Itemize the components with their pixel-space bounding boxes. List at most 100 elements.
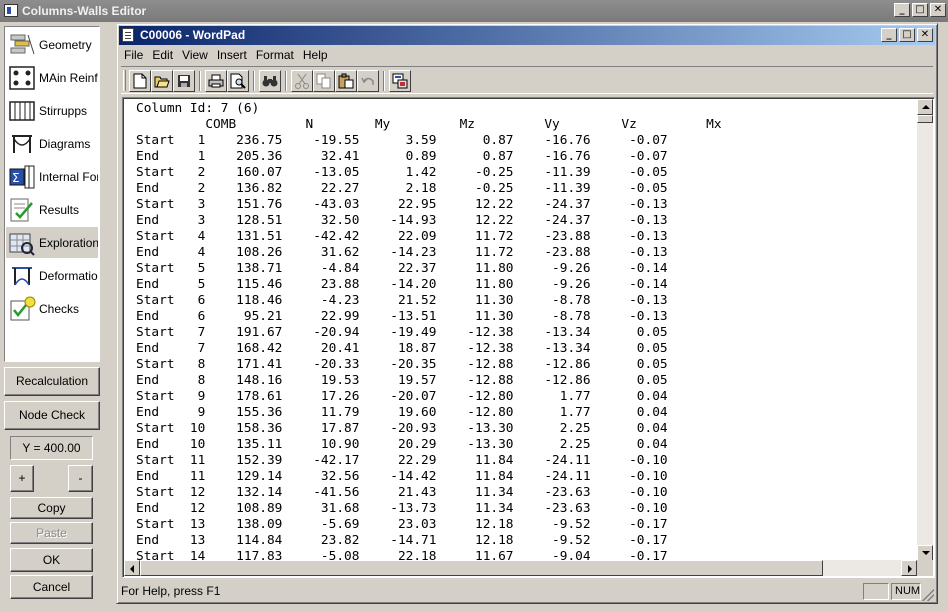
status-help-text: For Help, press F1	[121, 584, 221, 598]
tool-checks[interactable]: Checks	[6, 293, 98, 324]
tool-diagrams[interactable]: Diagrams	[6, 128, 98, 159]
copy-button[interactable]: Copy	[10, 497, 93, 519]
tool-label: Geometry	[39, 37, 92, 52]
left-tool-panel: Geometry MAin Reinforcement Stirrupps Di…	[4, 26, 100, 362]
recalculation-button[interactable]: Recalculation	[4, 367, 100, 396]
paste-toolbar-button[interactable]	[335, 70, 357, 92]
results-icon	[8, 197, 36, 223]
arrow-left-icon	[130, 565, 134, 573]
tool-label: Diagrams	[39, 136, 91, 151]
tool-internal-forces[interactable]: Σ Internal Forces	[6, 161, 98, 192]
menu-edit[interactable]: Edit	[147, 46, 177, 64]
wordpad-close-button[interactable]: ✕	[917, 28, 933, 42]
wordpad-title: C00006 - WordPad	[140, 28, 246, 42]
open-icon	[154, 76, 170, 88]
cancel-button[interactable]: Cancel	[10, 575, 93, 599]
svg-text:Σ: Σ	[12, 171, 20, 185]
menu-file[interactable]: File	[119, 46, 147, 64]
status-num-indicator: NUM	[891, 583, 921, 600]
scroll-left-button[interactable]	[124, 560, 140, 576]
status-bar: For Help, press F1 NUM	[119, 580, 935, 602]
tool-stirrups[interactable]: Stirrupps	[6, 95, 98, 126]
tool-main-reinforcement[interactable]: MAin Reinforcement	[6, 62, 98, 93]
scroll-down-button[interactable]	[917, 545, 933, 561]
result-line: End 7 168.42 20.41 18.87 -12.38 -13.34 0…	[136, 341, 668, 356]
result-line: End 11 129.14 32.56 -14.42 11.84 -24.11 …	[136, 469, 668, 484]
menu-view[interactable]: View	[177, 46, 212, 64]
result-line: End 10 135.11 10.90 20.29 -13.30 2.25 0.…	[136, 437, 668, 452]
diagrams-icon	[8, 131, 36, 157]
deformations-icon	[8, 263, 36, 289]
tool-geometry[interactable]: Geometry	[6, 29, 98, 60]
resize-grip[interactable]	[922, 589, 934, 601]
tool-results[interactable]: Results	[6, 194, 98, 225]
scroll-right-button[interactable]	[901, 560, 917, 576]
increment-button[interactable]: +	[10, 465, 34, 492]
wordpad-minimize-button[interactable]: _	[881, 28, 897, 42]
paste-button[interactable]: Paste	[10, 522, 93, 544]
undo-button[interactable]	[357, 70, 379, 92]
cut-button[interactable]	[291, 70, 313, 92]
new-button[interactable]	[129, 70, 151, 92]
outer-minimize-button[interactable]: _	[894, 3, 910, 17]
wordpad-title-bar[interactable]: C00006 - WordPad _ □ ✕	[119, 26, 935, 45]
paste-icon	[338, 73, 354, 89]
result-line: Start 6 118.46 -4.23 21.52 11.30 -8.78 -…	[136, 293, 668, 308]
menu-help[interactable]: Help	[298, 46, 332, 64]
result-line: Start 8 171.41 -20.33 -20.35 -12.88 -12.…	[136, 357, 668, 372]
arrow-up-icon	[922, 105, 930, 109]
tool-label: Deformations	[39, 268, 98, 283]
menu-bar: File Edit View Insert Format Help	[119, 46, 935, 64]
menu-insert[interactable]: Insert	[212, 46, 251, 64]
tool-exploration[interactable]: Exploration	[6, 227, 98, 258]
ok-button[interactable]: OK	[10, 548, 93, 572]
outer-maximize-button[interactable]: □	[912, 3, 928, 17]
exploration-icon	[8, 230, 36, 256]
horizontal-scroll-thumb[interactable]	[140, 560, 823, 576]
horizontal-scrollbar[interactable]	[124, 560, 917, 576]
result-line: Start 3 151.76 -43.03 22.95 12.22 -24.37…	[136, 197, 668, 212]
vertical-scroll-thumb[interactable]	[917, 115, 933, 123]
save-button[interactable]	[173, 70, 195, 92]
vertical-scrollbar[interactable]	[917, 99, 933, 561]
result-line: Start 11 152.39 -42.17 22.29 11.84 -24.1…	[136, 453, 668, 468]
open-button[interactable]	[151, 70, 173, 92]
outer-window-title: Columns-Walls Editor	[22, 4, 147, 18]
new-icon	[133, 73, 147, 89]
tool-deformations[interactable]: Deformations	[6, 260, 98, 291]
result-line: End 13 114.84 23.82 -14.71 12.18 -9.52 -…	[136, 533, 668, 548]
print-preview-button[interactable]	[227, 70, 249, 92]
result-line: End 8 148.16 19.53 19.57 -12.88 -12.86 0…	[136, 373, 668, 388]
main-reinforcement-icon	[8, 65, 36, 91]
result-line: Start 1 236.75 -19.55 3.59 0.87 -16.76 -…	[136, 133, 668, 148]
print-button[interactable]	[205, 70, 227, 92]
find-button[interactable]	[259, 70, 281, 92]
print-icon	[208, 74, 224, 88]
copy-toolbar-button[interactable]	[313, 70, 335, 92]
outer-title-bar[interactable]: Columns-Walls Editor _ □ ✕	[0, 0, 948, 22]
result-line: Start 7 191.67 -20.94 -19.49 -12.38 -13.…	[136, 325, 668, 340]
result-line: Start 12 132.14 -41.56 21.43 11.34 -23.6…	[136, 485, 668, 500]
save-icon	[178, 75, 190, 87]
document-area[interactable]: Column Id: 7 (6) COMB N My Mz Vy Vz Mx St…	[122, 97, 935, 578]
toolbar-grip[interactable]	[123, 70, 126, 91]
arrow-right-icon	[908, 565, 912, 573]
stirrups-icon	[8, 98, 36, 124]
wordpad-toolbar	[121, 66, 933, 94]
insert-object-button[interactable]	[389, 70, 411, 92]
result-line: End 9 155.36 11.79 19.60 -12.80 1.77 0.0…	[136, 405, 668, 420]
menu-format[interactable]: Format	[251, 46, 298, 64]
y-coordinate-readout: Y = 400.00	[10, 436, 93, 460]
insert-object-icon	[392, 73, 408, 89]
result-line: Start 13 138.09 -5.69 23.03 12.18 -9.52 …	[136, 517, 668, 532]
document-text[interactable]: Column Id: 7 (6) COMB N My Mz Vy Vz Mx St…	[136, 101, 916, 565]
wordpad-maximize-button[interactable]: □	[899, 28, 915, 42]
result-line: End 2 136.82 22.27 2.18 -0.25 -11.39 -0.…	[136, 181, 668, 196]
result-line: Start 10 158.36 17.87 -20.93 -13.30 2.25…	[136, 421, 668, 436]
decrement-button[interactable]: -	[68, 465, 93, 492]
wordpad-window: C00006 - WordPad _ □ ✕ File Edit View In…	[116, 23, 938, 604]
undo-icon	[361, 77, 374, 85]
outer-close-button[interactable]: ✕	[930, 3, 946, 17]
node-check-button[interactable]: Node Check	[4, 401, 100, 430]
scroll-up-button[interactable]	[917, 99, 933, 115]
